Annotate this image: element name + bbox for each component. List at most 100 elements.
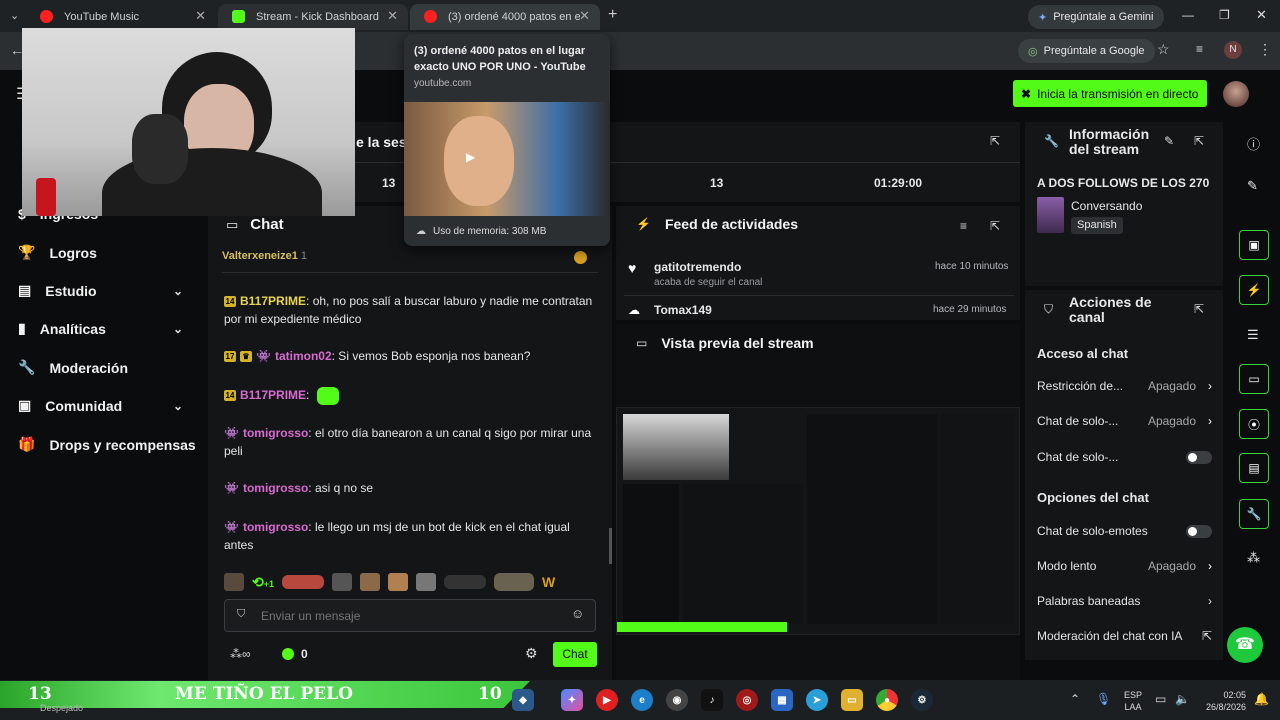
close-tab-icon[interactable]: ✕	[579, 8, 590, 24]
users-icon[interactable]: ⁂∞	[230, 647, 251, 661]
edit-pencil-icon[interactable]: ✎	[1164, 134, 1174, 148]
rail-lightning-icon[interactable]: ⚡	[1239, 275, 1269, 305]
volume-icon[interactable]: 🔈	[1175, 692, 1190, 706]
feed-user[interactable]: gatitotremendo	[654, 260, 741, 274]
edit-pencil-icon[interactable]: ✎	[1247, 178, 1258, 194]
file-explorer-icon[interactable]: ▭	[841, 689, 863, 711]
chat-settings-icon[interactable]: ⚙	[525, 645, 538, 662]
steam-icon[interactable]: ⚙	[911, 689, 933, 711]
ask-google-button[interactable]: ◎ Pregúntale a Google	[1018, 39, 1155, 63]
chat-username[interactable]: tatimon02	[275, 349, 332, 363]
close-tab-icon[interactable]: ✕	[195, 8, 206, 24]
emote-icon[interactable]	[416, 573, 436, 591]
menu-kebab-icon[interactable]: ⋮	[1258, 41, 1272, 58]
network-icon[interactable]: ▭	[1155, 692, 1166, 706]
chat-username[interactable]: tomigrosso	[243, 481, 308, 495]
w-emote-icon[interactable]: W	[542, 574, 555, 590]
chevron-right-icon: ›	[1208, 594, 1212, 608]
rail-layout-icon[interactable]: ▤	[1239, 453, 1269, 483]
category-name[interactable]: Conversando	[1071, 199, 1142, 213]
chrome-icon[interactable]: ●	[876, 689, 898, 711]
language-tag: Spanish	[1071, 217, 1123, 234]
preview-header: ▭ Vista previa del stream	[636, 335, 814, 351]
emote-icon[interactable]	[332, 573, 352, 591]
setting-row[interactable]: Chat de solo-... Apagado ›	[1037, 414, 1212, 428]
rail-chat-icon[interactable]: ▭	[1239, 364, 1269, 394]
tab-search-icon[interactable]: ⌄	[10, 9, 19, 22]
go-live-button[interactable]: ✖ Inicia la transmisión en directo	[1013, 80, 1207, 107]
rail-video-icon[interactable]: ▣	[1239, 230, 1269, 260]
emote-icon[interactable]	[444, 575, 486, 589]
message-input[interactable]	[261, 606, 561, 626]
setting-toggle[interactable]	[1186, 524, 1212, 538]
support-chat-button[interactable]: ☎	[1227, 627, 1263, 663]
close-window-icon[interactable]: ✕	[1256, 7, 1267, 23]
emote-icon[interactable]	[224, 573, 244, 591]
expand-icon[interactable]: ⇱	[990, 219, 1000, 233]
telegram-icon[interactable]: ➤	[806, 689, 828, 711]
chat-username[interactable]: tomigrosso	[243, 426, 308, 440]
feed-user[interactable]: Tomax149	[654, 303, 712, 317]
emote-icon[interactable]	[388, 573, 408, 591]
clock[interactable]: 02:05 26/8/2026	[1196, 689, 1246, 713]
filter-icon[interactable]: ≡	[960, 219, 967, 233]
copilot-icon[interactable]: ✦	[561, 689, 583, 711]
setting-row[interactable]: Restricción de... Apagado ›	[1037, 379, 1212, 393]
send-chat-button[interactable]: Chat	[553, 642, 597, 667]
sidebar-item-logros[interactable]: 🏆 Logros	[18, 244, 97, 261]
retweet-emote-icon[interactable]: ⟲+1	[252, 574, 274, 591]
emoji-icon[interactable]: ☺	[571, 606, 584, 621]
expand-icon[interactable]: ⇱	[990, 134, 1000, 148]
notifications-icon[interactable]: 🔔	[1254, 692, 1269, 706]
expand-icon[interactable]: ⇱	[1194, 134, 1204, 148]
emote-icon[interactable]	[360, 573, 380, 591]
rail-list-icon[interactable]: ☰	[1247, 327, 1259, 343]
sidebar-item-estudio[interactable]: ▤ Estudio ⌄	[18, 282, 183, 299]
chat-input-box[interactable]: ⛉ ☺	[224, 599, 596, 632]
chat-username[interactable]: B117PRIME	[240, 388, 306, 402]
chat-scrollbar[interactable]	[609, 528, 612, 564]
pinned-user-bar: Valterxeneize1 1	[222, 250, 598, 268]
new-tab-icon[interactable]: +	[608, 6, 617, 24]
sidebar-item-drops[interactable]: 🎁 Drops y recompensas	[18, 436, 196, 453]
maximize-icon[interactable]: ❐	[1219, 8, 1230, 22]
sidebar-item-moderacion[interactable]: 🔧 Moderación	[18, 359, 128, 376]
tab-youtube-video[interactable]: (3) ordené 4000 patos en el lug ✕	[410, 4, 600, 30]
reading-list-icon[interactable]: ≡	[1196, 42, 1203, 56]
tiktok-icon[interactable]: ♪	[701, 689, 723, 711]
go-live-label: Inicia la transmisión en directo	[1037, 86, 1199, 101]
edge-icon[interactable]: e	[631, 689, 653, 711]
setting-row[interactable]: Palabras baneadas ›	[1037, 594, 1212, 608]
obs-icon[interactable]: ◎	[736, 689, 758, 711]
info-icon[interactable]: ⓘ	[1247, 134, 1260, 153]
setting-row[interactable]: Modo lento Apagado ›	[1037, 559, 1212, 573]
tray-chevron-icon[interactable]: ⌃	[1070, 692, 1080, 706]
rail-users-icon[interactable]: ⁂	[1247, 550, 1260, 566]
chat-username[interactable]: B117PRIME	[240, 294, 306, 308]
tab-kick-dashboard[interactable]: Stream - Kick Dashboard ✕	[218, 4, 408, 30]
stream-preview-video[interactable]	[616, 407, 1020, 635]
store-icon[interactable]: ▦	[771, 689, 793, 711]
language-indicator[interactable]: ESP LAA	[1124, 689, 1142, 713]
close-tab-icon[interactable]: ✕	[387, 8, 398, 24]
youtube-app-icon[interactable]: ▶	[596, 689, 618, 711]
profile-avatar[interactable]: N	[1224, 41, 1242, 59]
expand-icon[interactable]: ⇱	[1194, 302, 1204, 316]
chat-username[interactable]: tomigrosso	[243, 520, 308, 534]
setting-row[interactable]: Moderación del chat con IA ⇱	[1037, 629, 1212, 643]
widgets-icon[interactable]: ◆	[512, 689, 534, 711]
tab-youtube-music[interactable]: YouTube Music ✕	[26, 4, 216, 30]
emote-icon[interactable]	[494, 573, 534, 591]
user-avatar[interactable]	[1223, 81, 1249, 107]
sidebar-item-analiticas[interactable]: ▮ Analíticas ⌄	[18, 320, 183, 337]
bookmark-star-icon[interactable]: ☆	[1157, 41, 1170, 58]
rail-broadcast-icon[interactable]: ⦿	[1239, 409, 1269, 439]
minimize-icon[interactable]: —	[1182, 8, 1194, 22]
discord-icon[interactable]: ◉	[666, 689, 688, 711]
emote-icon[interactable]	[282, 575, 324, 589]
setting-toggle[interactable]	[1186, 450, 1212, 464]
sidebar-item-comunidad[interactable]: ▣ Comunidad ⌄	[18, 397, 183, 414]
gemini-button[interactable]: ✦ Pregúntale a Gemini	[1028, 5, 1164, 29]
microphone-tray-icon[interactable]: 🎙	[1096, 692, 1111, 706]
rail-wrench-icon[interactable]: 🔧	[1239, 499, 1269, 529]
